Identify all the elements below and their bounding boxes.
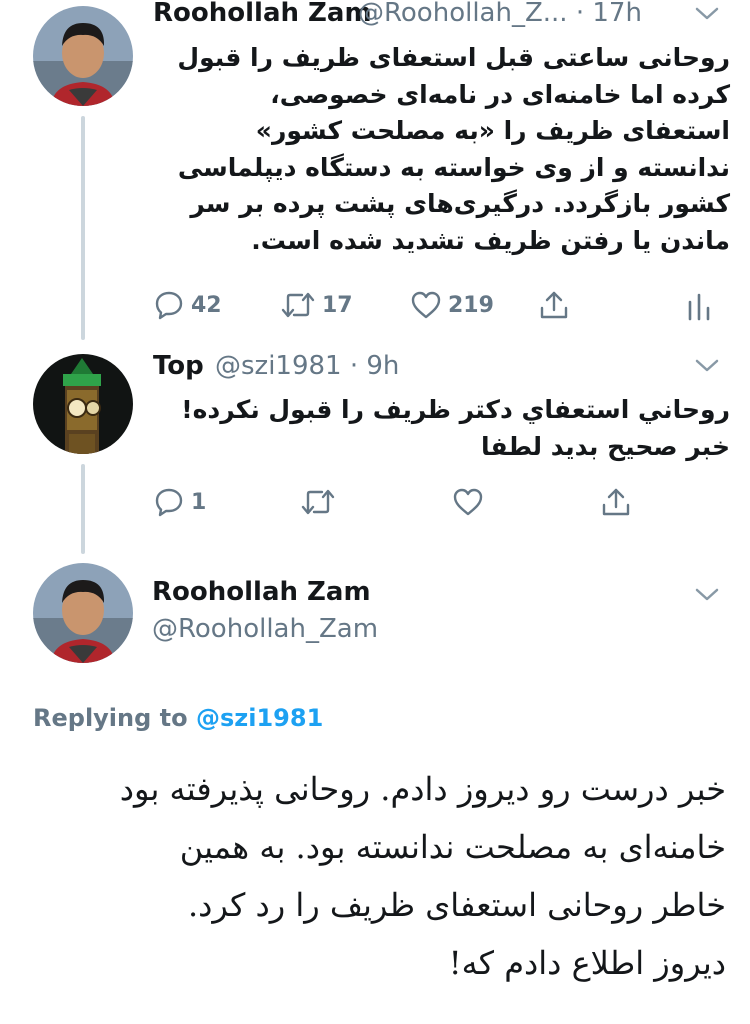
- retweet-button[interactable]: [300, 486, 336, 518]
- avatar[interactable]: [33, 563, 133, 663]
- tweet-text-line: استعفای ظریف را «به مصلحت کشور»: [255, 116, 730, 145]
- analytics-button[interactable]: [686, 292, 712, 322]
- thread-line: [81, 116, 85, 340]
- retweet-button[interactable]: 17: [280, 289, 353, 321]
- reply-icon: [155, 488, 183, 517]
- share-button[interactable]: [600, 486, 632, 518]
- share-icon: [540, 291, 568, 319]
- tweet-text-line: روحاني استعفاي دكتر ظريف را قبول نكرده!: [181, 395, 730, 424]
- like-button[interactable]: 219: [410, 289, 494, 321]
- chevron-down-icon[interactable]: [694, 358, 720, 374]
- avatar-image: [33, 354, 133, 454]
- like-icon: [453, 488, 483, 516]
- author-handle-time[interactable]: @Roohollah_Z... · 17h: [358, 0, 642, 28]
- tweet-text-line: ماندن یا رفتن ظریف تشدید شده است.: [251, 225, 730, 255]
- tweet-text-line: دیروز اطلاع دادم که!: [448, 944, 726, 982]
- tweet-text: روحاني استعفاي دكتر ظريف را قبول نكرده! …: [150, 392, 730, 465]
- retweet-icon: [301, 489, 335, 515]
- tweet-text-line: خبر صحيح بديد لطفا: [480, 431, 730, 461]
- like-count: 219: [448, 292, 494, 318]
- author-name[interactable]: Top: [153, 351, 204, 381]
- tweet-text: روحانی ساعتی قبل استعفای ظریف را قبول کر…: [150, 40, 730, 259]
- reply-button[interactable]: 1: [153, 486, 206, 518]
- replying-to-label: Replying to: [33, 704, 188, 732]
- share-icon: [602, 488, 630, 516]
- avatar[interactable]: [33, 354, 133, 454]
- tweet-text-line: خبر درست رو دیروز دادم. روحانی پذیرفته ب…: [119, 770, 726, 808]
- reply-button[interactable]: 42: [153, 289, 222, 321]
- avatar[interactable]: [33, 6, 133, 106]
- replying-to: Replying to @szi1981: [33, 704, 323, 732]
- chevron-down-icon[interactable]: [694, 6, 720, 22]
- reply-count: 42: [191, 292, 222, 318]
- chevron-down-icon[interactable]: [694, 587, 720, 603]
- author-name[interactable]: Roohollah Zam: [153, 0, 372, 28]
- retweet-icon: [281, 292, 315, 318]
- avatar-image: [33, 6, 133, 106]
- tweet-text-line: خامنه‌ای به مصلحت ندانسته بود. به همین: [179, 828, 726, 866]
- tweet-text-line: کرده اما خامنه‌ای در نامه‌ای خصوصی،: [270, 79, 730, 109]
- tweet-text-line: روحانی ساعتی قبل استعفای ظریف را قبول: [177, 43, 730, 72]
- author-name[interactable]: Roohollah Zam: [152, 577, 371, 607]
- reply-count: 1: [191, 489, 207, 515]
- analytics-icon: [688, 293, 710, 321]
- retweet-count: 17: [322, 292, 353, 318]
- tweet-text-line: ندانسته و از وی خواسته به دستگاه دیپلماس…: [177, 152, 730, 182]
- replying-to-handle[interactable]: @szi1981: [196, 704, 323, 732]
- author-handle[interactable]: @Roohollah_Zam: [152, 614, 378, 644]
- like-icon: [411, 291, 441, 319]
- reply-icon: [155, 291, 183, 320]
- tweet-text-line: خاطر روحانی استعفای ظریف را رد کرد.: [188, 886, 726, 924]
- thread-line: [81, 464, 85, 554]
- author-handle-time[interactable]: @szi1981 · 9h: [215, 351, 399, 381]
- tweet-text-line: کشور بازگردد. درگیری‌های پشت پرده بر سر: [190, 189, 730, 218]
- avatar-image: [33, 563, 133, 663]
- main-tweet-text: خبر درست رو دیروز دادم. روحانی پذیرفته ب…: [30, 760, 726, 992]
- like-button[interactable]: [452, 486, 484, 518]
- share-button[interactable]: [538, 289, 570, 321]
